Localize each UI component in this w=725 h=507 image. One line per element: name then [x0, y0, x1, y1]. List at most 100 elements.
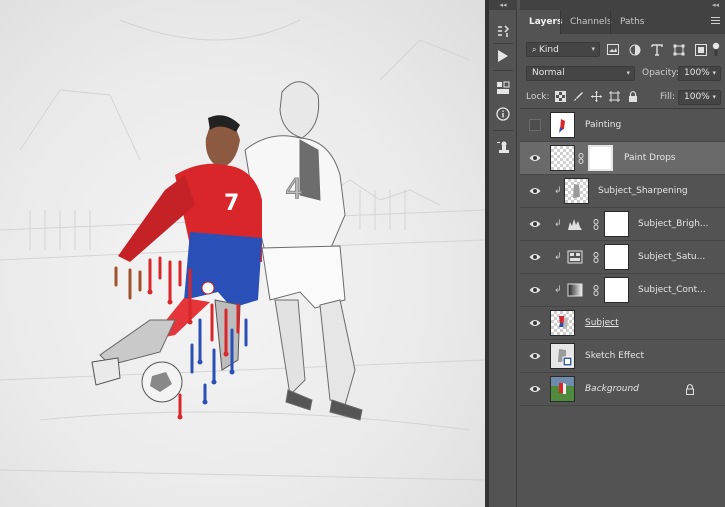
fill-field[interactable]: 100% ▾ — [678, 90, 721, 105]
lock-artboard-icon[interactable] — [608, 90, 621, 103]
layer-row-painting[interactable]: Painting — [520, 109, 725, 142]
tab-layers[interactable]: Layers — [520, 10, 562, 34]
lock-transparent-pixels-icon[interactable] — [554, 90, 567, 103]
opacity-label: Opacity: — [642, 68, 679, 78]
tool-divider — [493, 130, 513, 131]
lock-icon — [685, 384, 695, 395]
play-actions-icon[interactable] — [493, 46, 513, 66]
lock-image-pixels-icon[interactable] — [572, 90, 585, 103]
info-icon[interactable] — [493, 104, 513, 124]
layer-name[interactable]: Background — [585, 373, 639, 406]
ball — [141, 361, 183, 403]
layer-mask-thumbnail[interactable] — [604, 277, 629, 303]
lock-options — [554, 90, 639, 103]
pixel-layer-filter-icon[interactable] — [606, 43, 620, 57]
lock-all-icon[interactable] — [626, 90, 639, 103]
mask-link-icon[interactable] — [593, 285, 599, 296]
panel-tab-bar: Layers Channels Paths — [520, 10, 725, 34]
mask-link-icon[interactable] — [593, 219, 599, 230]
layer-mask-thumbnail[interactable] — [588, 145, 613, 171]
layer-name[interactable]: Subject — [585, 307, 619, 340]
eye-icon[interactable] — [529, 350, 541, 362]
eye-icon[interactable] — [529, 185, 541, 197]
adjustment-layer-filter-icon[interactable] — [628, 43, 642, 57]
filter-kind-dropdown[interactable]: ⌕ Kind ▾ — [526, 42, 600, 57]
chevron-down-icon: ▾ — [591, 45, 595, 53]
layer-row-paint-drops[interactable]: Paint Drops — [520, 142, 725, 175]
eye-icon[interactable] — [529, 218, 541, 230]
player-red: 7 — [91, 115, 262, 386]
layer-thumbnail — [550, 145, 575, 171]
layer-name[interactable]: Subject_Brigh... — [638, 208, 709, 241]
layer-name[interactable]: Subject_Sharpening — [598, 175, 688, 208]
collapsed-panel-strip: ◂◂ — [489, 0, 517, 507]
chevron-down-icon: ▾ — [626, 69, 630, 77]
panel-menu-icon[interactable] — [711, 17, 720, 26]
clipping-mask-icon: ↲ — [554, 186, 562, 196]
layer-mask-thumbnail[interactable] — [604, 244, 629, 270]
layer-row-subject-saturation[interactable]: ↲ Subject_Satu... — [520, 241, 725, 274]
layer-thumbnail — [564, 178, 589, 204]
chevron-down-icon: ▾ — [712, 69, 716, 77]
expand-panels-button[interactable]: ◂◂ — [489, 0, 517, 10]
layer-row-subject-sharpening[interactable]: ↲ Subject_Sharpening — [520, 175, 725, 208]
shape-layer-filter-icon[interactable] — [672, 43, 686, 57]
layer-row-subject-brightness[interactable]: ↲ Subject_Brigh... — [520, 208, 725, 241]
mask-link-icon[interactable] — [593, 252, 599, 263]
hue-saturation-icon[interactable] — [567, 249, 583, 265]
history-icon[interactable] — [493, 21, 513, 41]
layer-row-subject[interactable]: Subject — [520, 307, 725, 340]
eye-icon[interactable] — [529, 317, 541, 329]
svg-text:4: 4 — [285, 172, 303, 205]
eye-icon[interactable] — [529, 383, 541, 395]
layer-row-background[interactable]: Background — [520, 373, 725, 406]
layer-name[interactable]: Painting — [585, 109, 621, 142]
tab-paths[interactable]: Paths — [610, 10, 650, 34]
filter-kind-value: Kind — [539, 45, 559, 55]
tool-divider — [493, 70, 513, 71]
opacity-field[interactable]: 100% ▾ — [678, 66, 721, 81]
layers-panel: ◂◂ Layers Channels Paths ⌕ Kind ▾ Normal — [520, 0, 725, 507]
layer-row-sketch-effect[interactable]: Sketch Effect — [520, 340, 725, 373]
eye-icon[interactable] — [529, 284, 541, 296]
clipping-mask-icon: ↲ — [554, 252, 562, 262]
collapse-panel-button[interactable]: ◂◂ — [520, 0, 725, 10]
tool-divider — [493, 43, 513, 44]
layer-thumbnail — [550, 376, 575, 402]
gradient-icon[interactable] — [567, 282, 583, 298]
levels-icon[interactable] — [567, 216, 583, 232]
layer-thumbnail — [550, 343, 575, 369]
layer-name[interactable]: Paint Drops — [624, 142, 675, 175]
mask-link-icon[interactable] — [578, 153, 584, 164]
fill-value: 100% — [684, 92, 710, 102]
eye-icon[interactable] — [529, 251, 541, 263]
layer-name[interactable]: Sketch Effect — [585, 340, 644, 373]
clone-source-icon[interactable] — [493, 137, 513, 157]
fill-label: Fill: — [660, 92, 676, 102]
lock-position-icon[interactable] — [590, 90, 603, 103]
opacity-value: 100% — [684, 68, 710, 78]
layer-name[interactable]: Subject_Satu... — [638, 241, 705, 274]
type-layer-filter-icon[interactable] — [650, 43, 664, 57]
search-icon: ⌕ — [532, 45, 540, 54]
blend-mode-dropdown[interactable]: Normal ▾ — [526, 66, 635, 81]
smart-object-filter-icon[interactable] — [694, 43, 708, 57]
layer-thumbnail — [550, 112, 575, 138]
layer-thumbnail — [550, 310, 575, 336]
layers-list: Painting Paint Drops ↲ Subject_Sharpenin… — [520, 109, 725, 409]
visibility-toggle-off[interactable] — [529, 119, 541, 131]
lock-label: Lock: — [526, 92, 550, 102]
clipping-mask-icon: ↲ — [554, 219, 562, 229]
layer-name[interactable]: Subject_Cont... — [638, 274, 706, 307]
svg-text:7: 7 — [224, 191, 239, 216]
chevron-down-icon: ▾ — [712, 93, 716, 101]
libraries-icon[interactable] — [493, 78, 513, 98]
layer-row-subject-contrast[interactable]: ↲ Subject_Cont... — [520, 274, 725, 307]
tab-channels[interactable]: Channels — [560, 10, 612, 34]
layer-mask-thumbnail[interactable] — [604, 211, 629, 237]
document-canvas[interactable]: 4 7 — [0, 0, 485, 507]
filter-toggle-icon[interactable] — [711, 42, 721, 57]
clipping-mask-icon: ↲ — [554, 285, 562, 295]
artwork-sketch: 4 7 — [0, 19, 485, 481]
eye-icon[interactable] — [529, 152, 541, 164]
